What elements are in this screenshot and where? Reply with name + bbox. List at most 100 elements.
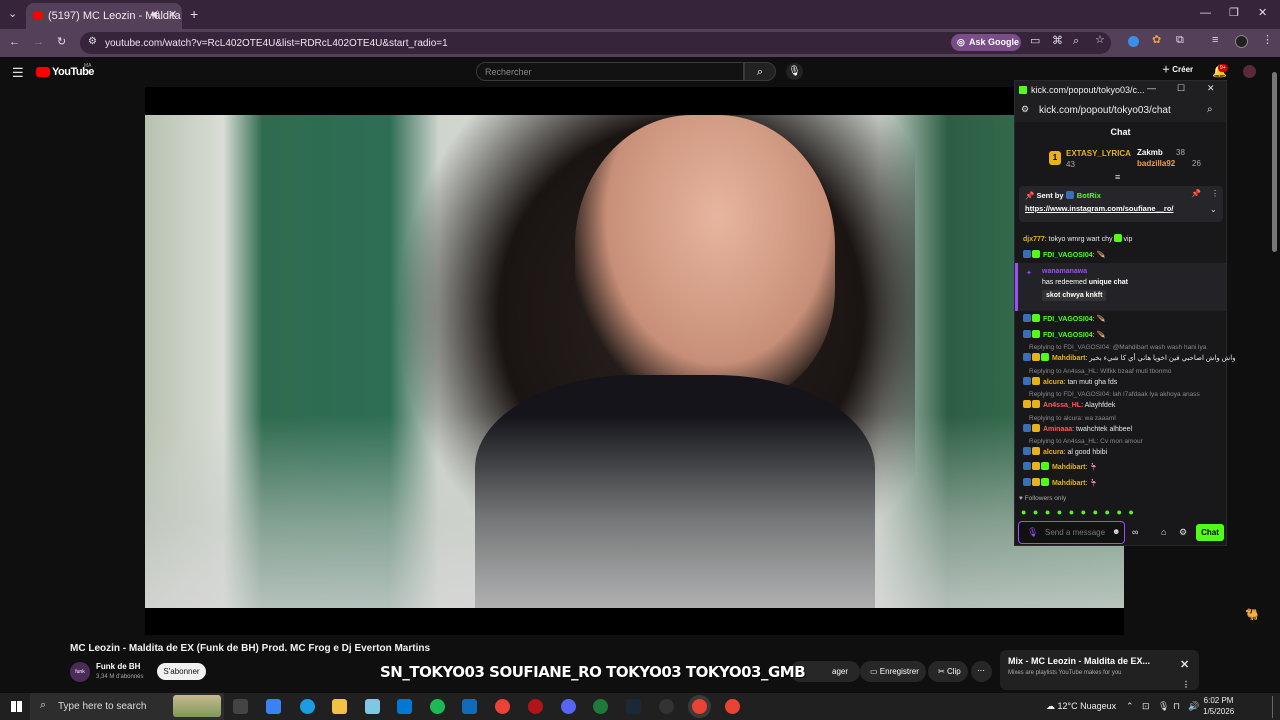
floating-widget-icon[interactable]: 🐫 (1245, 608, 1261, 622)
reply-context[interactable]: Replying to An4ssa_HL: Wlfkk bzaaf muti … (1029, 368, 1171, 375)
account-avatar[interactable] (1243, 65, 1256, 78)
mix-playlist-panel[interactable]: Mix - MC Leozin - Maldita de EX... Mixes… (1000, 650, 1199, 690)
tab-close-icon[interactable]: ✕ (168, 10, 177, 21)
chat-username[interactable]: Mahdibart (1052, 464, 1085, 471)
mix-more-icon[interactable]: ⋮ (1182, 681, 1190, 689)
reload-icon[interactable]: ↻ (57, 37, 66, 48)
chat-username[interactable]: Mahdibart (1052, 480, 1085, 487)
ask-google-button[interactable]: ◎ Ask Google (951, 34, 1021, 51)
store-icon[interactable] (397, 699, 412, 714)
chat-username[interactable]: djx777 (1023, 236, 1045, 243)
minimize-icon[interactable]: — (1200, 8, 1211, 19)
kick-close-icon[interactable]: ✕ (1207, 84, 1215, 93)
task-view-icon[interactable] (233, 699, 248, 714)
youtube-search-input[interactable]: Rechercher (476, 62, 744, 81)
collapse-leaderboard-icon[interactable]: ≡ (1115, 173, 1120, 182)
chat-username[interactable]: FDI_VAGOSI04 (1043, 316, 1093, 323)
site-info-icon[interactable]: ⚙ (88, 37, 97, 47)
redeem-username[interactable]: wanamanawa (1042, 268, 1226, 275)
file-explorer-icon[interactable] (332, 699, 347, 714)
reply-context[interactable]: Replying to FDI_VAGOSI04: @Mahdibart was… (1029, 344, 1206, 351)
chat-username[interactable]: alcura (1043, 379, 1064, 386)
channel-name[interactable]: Funk de BH (96, 662, 140, 671)
volume-icon[interactable]: 🔊 (1188, 702, 1199, 711)
obs-icon[interactable] (659, 699, 674, 714)
kick-address-bar[interactable]: ⚙ kick.com/popout/tokyo03/chat ⌕ (1015, 100, 1226, 122)
chat-username[interactable]: An4ssa_HL (1043, 402, 1081, 409)
hamburger-menu-icon[interactable]: ☰ (12, 66, 24, 79)
tab-groups-icon[interactable]: ≡ (1212, 35, 1218, 46)
mix-close-icon[interactable]: ✕ (1180, 660, 1189, 671)
chat-settings-icon[interactable]: ⚙ (1179, 528, 1187, 537)
more-actions-button[interactable]: ⋯ (971, 661, 992, 682)
pinned-expand-icon[interactable]: ⌄ (1210, 206, 1217, 214)
chrome-icon[interactable] (495, 699, 510, 714)
unpin-icon[interactable]: 📌 (1191, 190, 1201, 198)
taskbar-search[interactable]: ⌕ Type here to search (30, 693, 224, 720)
show-desktop-button[interactable] (1272, 696, 1273, 718)
leader-first-name[interactable]: EXTASY_LYRICA (1066, 149, 1131, 158)
game-app-icon[interactable] (528, 699, 543, 714)
tray-app-icon[interactable]: ⊡ (1142, 702, 1150, 711)
chat-username[interactable]: alcura (1043, 449, 1064, 456)
chat-username[interactable]: Mahdibart (1052, 355, 1085, 362)
browser-tab-youtube[interactable]: (5197) MC Leozin - Maldita ◀) ✕ (26, 3, 182, 29)
subscribe-button[interactable]: S'abonner (157, 663, 206, 680)
pinned-link[interactable]: https://www.instagram.com/soufiane__ro/ (1025, 204, 1217, 213)
extension-icon-2[interactable]: ✿ (1152, 35, 1161, 46)
gift-icon[interactable]: ⌂ (1161, 528, 1166, 537)
translate-icon[interactable]: ⌘ (1052, 36, 1063, 47)
mail-icon[interactable] (462, 699, 477, 714)
leader-third-name[interactable]: badzilla92 (1137, 159, 1175, 168)
kick-zoom-icon[interactable]: ⌕ (1207, 105, 1213, 115)
page-scrollbar[interactable] (1272, 72, 1277, 252)
microphone-tray-icon[interactable]: 🎙 (1158, 702, 1169, 711)
tab-audio-icon[interactable]: ◀) (150, 10, 160, 19)
back-icon[interactable]: ← (9, 37, 20, 48)
send-chat-button[interactable]: Chat (1196, 524, 1224, 541)
forward-icon[interactable]: → (33, 37, 44, 48)
close-window-icon[interactable]: ✕ (1258, 8, 1267, 19)
video-player[interactable] (145, 87, 1124, 635)
taskbar-clock[interactable]: 6:02 PM 1/5/2026 (1203, 695, 1234, 717)
points-icon[interactable]: ∞ (1132, 528, 1138, 537)
network-icon[interactable]: ⊓ (1173, 702, 1180, 711)
cast-icon[interactable]: ▭ (1030, 36, 1040, 47)
clip-button[interactable]: ✂ Clip (928, 661, 968, 682)
kick-site-info-icon[interactable]: ⚙ (1021, 105, 1029, 114)
chat-username[interactable]: FDI_VAGOSI04 (1043, 252, 1093, 259)
windows-start-icon[interactable] (11, 701, 22, 712)
emoji-icon[interactable]: ☻ (1112, 528, 1120, 536)
discord-icon[interactable] (561, 699, 576, 714)
profile-avatar[interactable] (1235, 35, 1248, 48)
voice-search-icon[interactable]: 🎙 (786, 63, 803, 80)
app-icon[interactable] (365, 699, 380, 714)
restore-icon[interactable]: ❐ (1229, 8, 1239, 19)
pinned-bot-name[interactable]: BotRix (1077, 191, 1101, 200)
chat-message-input[interactable]: 🎙 Send a message ☻ (1018, 521, 1125, 544)
weather-widget[interactable]: ☁ 12°C Nuageux (1046, 701, 1116, 712)
extensions-puzzle-icon[interactable]: ⧉ (1176, 35, 1184, 46)
channel-avatar[interactable]: funk (70, 662, 90, 682)
steam-icon[interactable] (626, 699, 641, 714)
browser-menu-icon[interactable]: ⋮ (1262, 35, 1273, 46)
save-button[interactable]: ▭ Enregistrer (860, 661, 926, 682)
create-button[interactable]: ＋ Créer (1162, 64, 1193, 75)
chat-username[interactable]: FDI_VAGOSI04 (1043, 332, 1093, 339)
zoom-icon[interactable]: ⌕ (1073, 36, 1079, 47)
mic-icon[interactable]: 🎙 (1027, 527, 1038, 538)
edge-icon[interactable] (300, 699, 315, 714)
tray-overflow-icon[interactable]: ⌃ (1126, 702, 1134, 711)
spotify-icon[interactable] (430, 699, 445, 714)
bookmark-star-icon[interactable]: ☆ (1095, 35, 1105, 46)
reply-context[interactable]: Replying to An4ssa_HL: Cv mon amour (1029, 438, 1143, 445)
extension-icon[interactable] (1128, 36, 1139, 47)
reply-context[interactable]: Replying to FDI_VAGOSI04: lah l7afdaak l… (1029, 391, 1200, 398)
leader-second-name[interactable]: Zakmb (1137, 148, 1163, 157)
new-tab-button[interactable]: + (190, 7, 198, 21)
chat-username[interactable]: Aminaaa (1043, 426, 1072, 433)
reply-context[interactable]: Replying to alcura: wa zaaaml (1029, 415, 1116, 422)
upwork-icon[interactable] (593, 699, 608, 714)
copilot-icon[interactable] (266, 699, 281, 714)
kick-minimize-icon[interactable]: — (1147, 84, 1156, 93)
